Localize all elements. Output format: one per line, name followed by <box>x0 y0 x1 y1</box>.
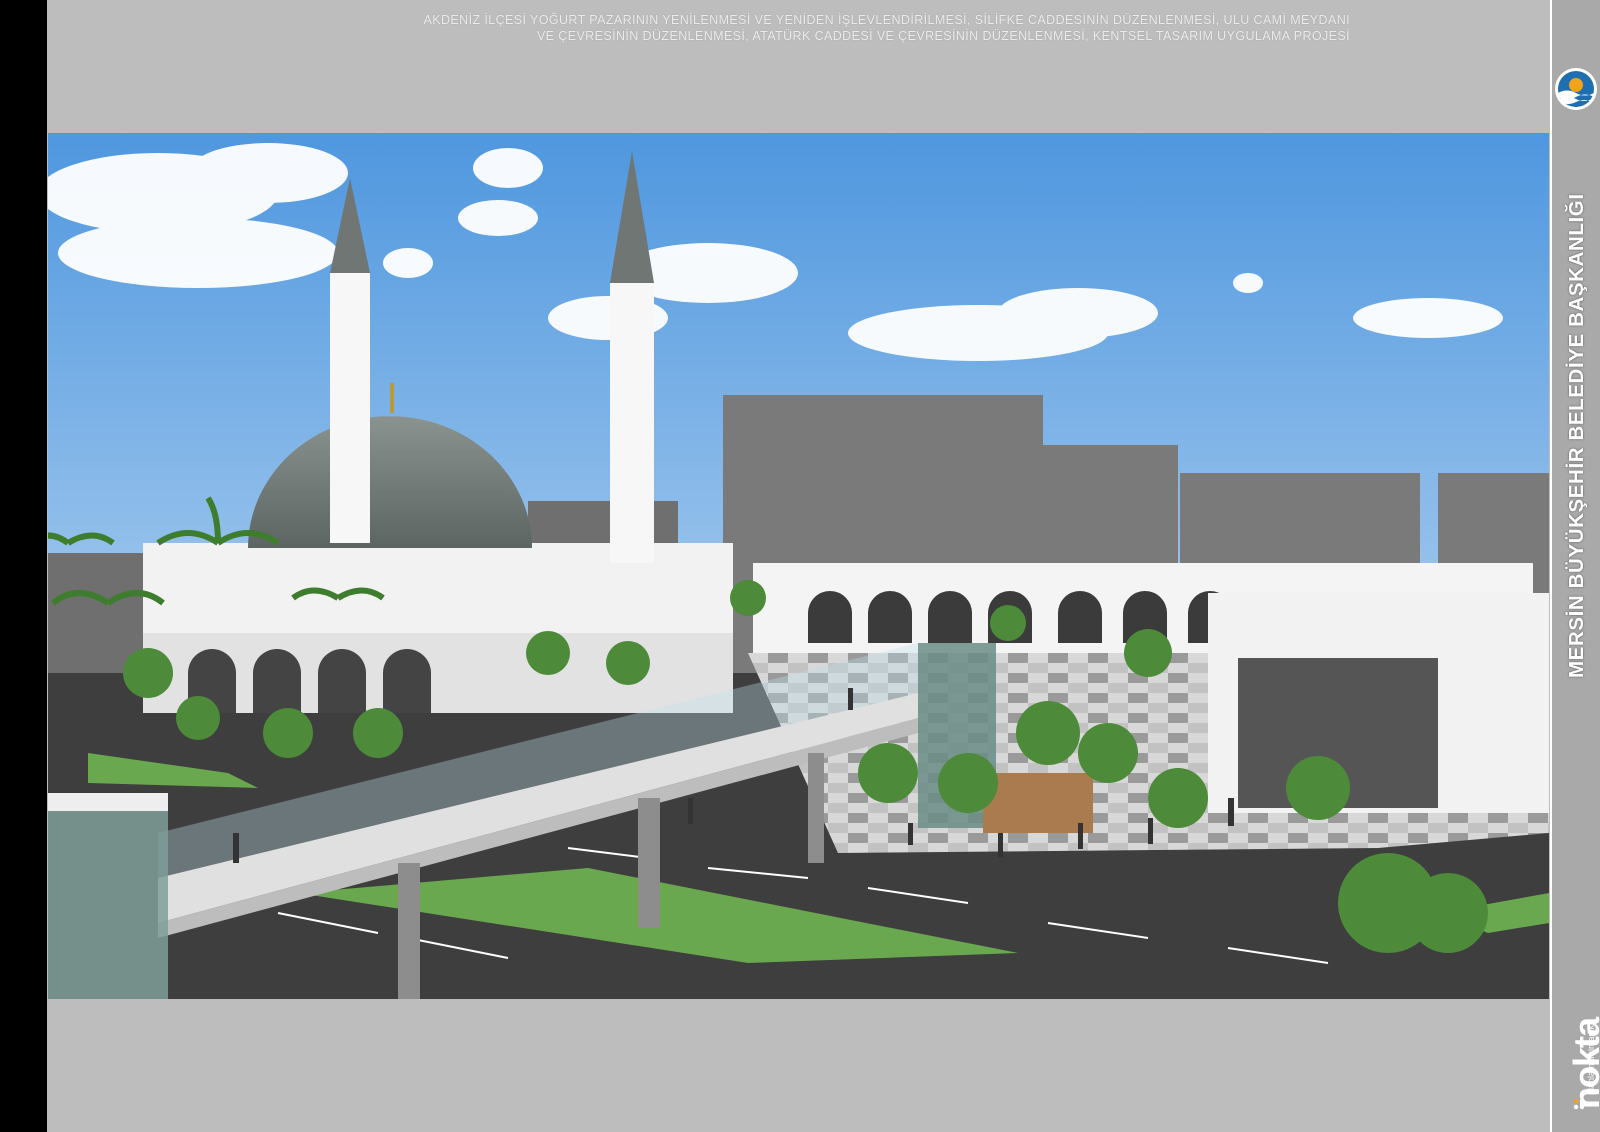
kiosk <box>983 773 1093 833</box>
nokta-brand-logo: nokta planlamamimarlik <box>1560 985 1600 1115</box>
brand-dots-icon <box>1573 1098 1585 1110</box>
municipality-seal-icon <box>1555 68 1597 110</box>
architectural-render <box>48 133 1549 999</box>
brand-subtitle: planlamamimarlik <box>1586 1024 1596 1095</box>
municipality-name-text: MERSİN BÜYÜKŞEHİR BELEDİYE BAŞKANLIĞI <box>1565 193 1588 678</box>
left-black-bar <box>0 0 47 1132</box>
project-title-line-1: AKDENİZ İLÇESİ YOĞURT PAZARININ YENİLENM… <box>423 13 1350 27</box>
project-title: AKDENİZ İLÇESİ YOĞURT PAZARININ YENİLENM… <box>200 12 1350 44</box>
project-title-line-2: VE ÇEVRESİNİN DÜZENLENMESİ, ATATÜRK CADD… <box>536 29 1350 43</box>
render-illustration <box>48 133 1549 999</box>
